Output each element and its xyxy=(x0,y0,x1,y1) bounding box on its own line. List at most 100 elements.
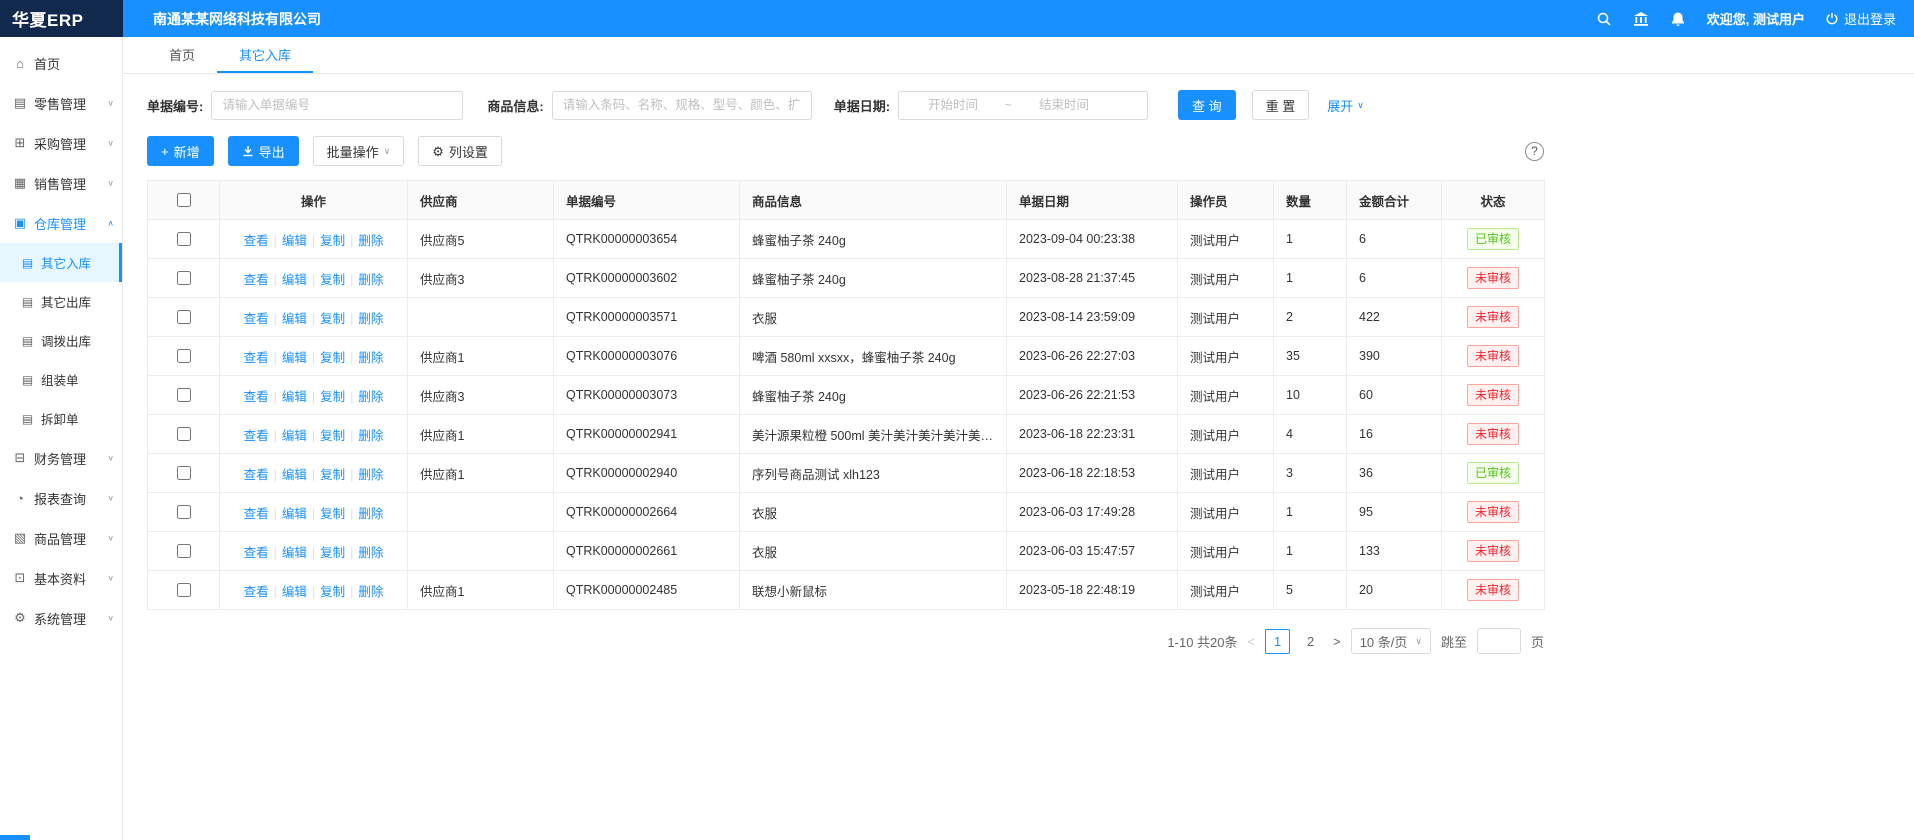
sidebar-item-sales[interactable]: ▦销售管理∨ xyxy=(0,163,122,203)
sidebar-item-retail[interactable]: ▤零售管理∨ xyxy=(0,83,122,123)
sidebar-subitem-disassembly[interactable]: ▤拆卸单 xyxy=(0,399,122,438)
op-copy-link[interactable]: 复制 xyxy=(320,351,345,365)
op-delete-link[interactable]: 删除 xyxy=(358,507,383,521)
add-button[interactable]: + 新增 xyxy=(147,136,214,166)
prev-page-button[interactable]: < xyxy=(1248,634,1256,649)
sidebar-subitem-other-inbound[interactable]: ▤其它入库 xyxy=(0,243,122,282)
op-copy-link[interactable]: 复制 xyxy=(320,585,345,599)
reset-button[interactable]: 重 置 xyxy=(1252,90,1310,120)
op-copy-link[interactable]: 复制 xyxy=(320,312,345,326)
op-edit-link[interactable]: 编辑 xyxy=(282,429,307,443)
cell-date: 2023-06-26 22:21:53 xyxy=(1007,376,1178,415)
next-page-button[interactable]: > xyxy=(1333,634,1341,649)
date-start-input[interactable] xyxy=(905,98,1001,112)
op-view-link[interactable]: 查看 xyxy=(244,585,269,599)
op-edit-link[interactable]: 编辑 xyxy=(282,234,307,248)
op-copy-link[interactable]: 复制 xyxy=(320,273,345,287)
op-edit-link[interactable]: 编辑 xyxy=(282,507,307,521)
row-checkbox[interactable] xyxy=(177,232,191,246)
op-view-link[interactable]: 查看 xyxy=(244,468,269,482)
batch-actions-button[interactable]: 批量操作 ∨ xyxy=(313,136,405,166)
row-checkbox[interactable] xyxy=(177,466,191,480)
op-copy-link[interactable]: 复制 xyxy=(320,429,345,443)
op-delete-link[interactable]: 删除 xyxy=(358,468,383,482)
date-range-picker[interactable]: ~ xyxy=(898,91,1148,120)
goods-input[interactable] xyxy=(552,91,812,120)
op-delete-link[interactable]: 删除 xyxy=(358,351,383,365)
row-checkbox[interactable] xyxy=(177,310,191,324)
op-copy-link[interactable]: 复制 xyxy=(320,234,345,248)
select-all-checkbox[interactable] xyxy=(177,193,191,207)
bill-no-input[interactable] xyxy=(211,91,463,120)
sidebar-item-report[interactable]: ◔报表查询∨ xyxy=(0,478,122,518)
op-copy-link[interactable]: 复制 xyxy=(320,390,345,404)
op-edit-link[interactable]: 编辑 xyxy=(282,585,307,599)
page-button-2[interactable]: 2 xyxy=(1298,629,1323,654)
search-button[interactable]: 查 询 xyxy=(1178,90,1236,120)
op-view-link[interactable]: 查看 xyxy=(244,234,269,248)
page-button-1[interactable]: 1 xyxy=(1265,629,1290,654)
sidebar-item-home[interactable]: ⌂首页 xyxy=(0,43,122,83)
row-checkbox[interactable] xyxy=(177,427,191,441)
op-view-link[interactable]: 查看 xyxy=(244,312,269,326)
bell-icon[interactable] xyxy=(1670,10,1687,27)
date-end-input[interactable] xyxy=(1016,98,1112,112)
row-checkbox[interactable] xyxy=(177,349,191,363)
sidebar-subitem-other-outbound[interactable]: ▤其它出库 xyxy=(0,282,122,321)
op-delete-link[interactable]: 删除 xyxy=(358,546,383,560)
row-checkbox[interactable] xyxy=(177,505,191,519)
cell-operator: 测试用户 xyxy=(1178,376,1274,415)
op-view-link[interactable]: 查看 xyxy=(244,273,269,287)
row-checkbox[interactable] xyxy=(177,583,191,597)
table-header-row: 操作 供应商 单据编号 商品信息 单据日期 操作员 数量 金额合计 状态 xyxy=(148,181,1545,220)
op-copy-link[interactable]: 复制 xyxy=(320,468,345,482)
tab-other-inbound[interactable]: 其它入库 xyxy=(217,37,313,73)
op-delete-link[interactable]: 删除 xyxy=(358,390,383,404)
op-view-link[interactable]: 查看 xyxy=(244,507,269,521)
sidebar-subitem-transfer-outbound[interactable]: ▤调拨出库 xyxy=(0,321,122,360)
op-edit-link[interactable]: 编辑 xyxy=(282,468,307,482)
op-edit-link[interactable]: 编辑 xyxy=(282,273,307,287)
op-edit-link[interactable]: 编辑 xyxy=(282,390,307,404)
sidebar-item-system[interactable]: ⚙系统管理∨ xyxy=(0,598,122,638)
cell-supplier xyxy=(408,298,554,337)
expand-label: 展开 xyxy=(1327,96,1353,115)
search-icon[interactable] xyxy=(1596,10,1613,27)
help-icon[interactable]: ? xyxy=(1525,142,1544,161)
jump-page-input[interactable] xyxy=(1477,628,1521,654)
expand-link[interactable]: 展开 ∨ xyxy=(1327,96,1364,115)
row-checkbox[interactable] xyxy=(177,388,191,402)
op-delete-link[interactable]: 删除 xyxy=(358,234,383,248)
cell-operator: 测试用户 xyxy=(1178,415,1274,454)
row-checkbox[interactable] xyxy=(177,271,191,285)
op-view-link[interactable]: 查看 xyxy=(244,429,269,443)
export-button[interactable]: 导出 xyxy=(228,136,299,166)
sidebar-subitem-assembly[interactable]: ▤组装单 xyxy=(0,360,122,399)
op-view-link[interactable]: 查看 xyxy=(244,546,269,560)
sidebar-item-basic[interactable]: ⊡基本资料∨ xyxy=(0,558,122,598)
op-delete-link[interactable]: 删除 xyxy=(358,429,383,443)
column-settings-button[interactable]: ⚙ 列设置 xyxy=(418,136,502,166)
logout-button[interactable]: 退出登录 xyxy=(1825,9,1896,28)
op-view-link[interactable]: 查看 xyxy=(244,390,269,404)
op-copy-link[interactable]: 复制 xyxy=(320,546,345,560)
page-size-select[interactable]: 10 条/页 ∨ xyxy=(1351,628,1431,654)
columns-label: 列设置 xyxy=(449,142,488,161)
op-copy-link[interactable]: 复制 xyxy=(320,507,345,521)
op-delete-link[interactable]: 删除 xyxy=(358,273,383,287)
op-edit-link[interactable]: 编辑 xyxy=(282,546,307,560)
header-right: 欢迎您, 测试用户 退出登录 xyxy=(1596,9,1896,28)
op-delete-link[interactable]: 删除 xyxy=(358,585,383,599)
op-delete-link[interactable]: 删除 xyxy=(358,312,383,326)
sidebar-item-purchase[interactable]: ⊞采购管理∨ xyxy=(0,123,122,163)
sidebar-item-warehouse[interactable]: ▣仓库管理∧ xyxy=(0,203,122,243)
sidebar-item-goods[interactable]: ▧商品管理∨ xyxy=(0,518,122,558)
op-edit-link[interactable]: 编辑 xyxy=(282,312,307,326)
op-edit-link[interactable]: 编辑 xyxy=(282,351,307,365)
op-view-link[interactable]: 查看 xyxy=(244,351,269,365)
bank-icon[interactable] xyxy=(1633,10,1650,27)
row-checkbox[interactable] xyxy=(177,544,191,558)
tab-home[interactable]: 首页 xyxy=(147,37,217,73)
cell-bill-no: QTRK00000002664 xyxy=(554,493,740,532)
sidebar-item-finance[interactable]: ⊟财务管理∨ xyxy=(0,438,122,478)
